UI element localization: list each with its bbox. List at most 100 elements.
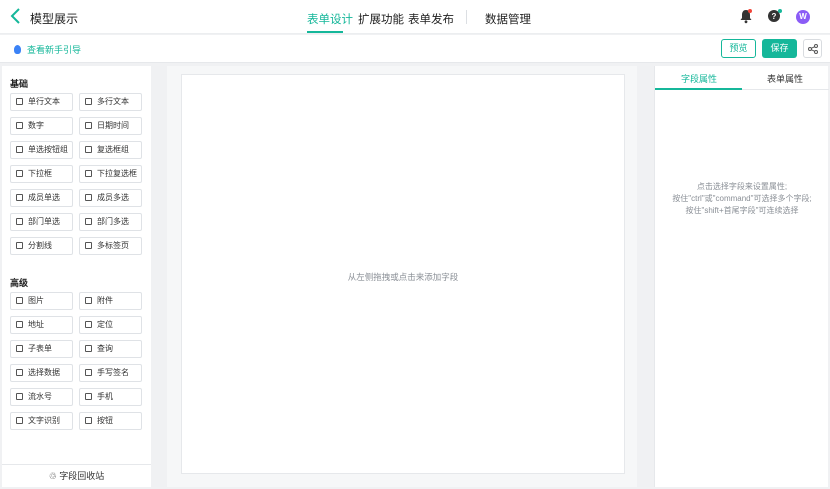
field-type-icon (85, 122, 92, 129)
field-type-icon (16, 146, 23, 153)
field-type-icon (85, 417, 92, 424)
field-button[interactable]: 部门多选 (79, 213, 142, 231)
active-tab-indicator (655, 88, 742, 90)
field-button[interactable]: 部门单选 (10, 213, 73, 231)
field-button[interactable]: 分割线 (10, 237, 73, 255)
field-type-icon (85, 345, 92, 352)
tab-data-management[interactable]: 数据管理 (485, 11, 531, 27)
share-icon (808, 44, 818, 54)
properties-hint-3: 按住"shift+首尾字段"可连续选择 (685, 206, 799, 215)
tab-form-design[interactable]: 表单设计 (307, 11, 353, 27)
field-button[interactable]: 多标签页 (79, 237, 142, 255)
field-button[interactable]: 多行文本 (79, 93, 142, 111)
field-button[interactable]: 图片 (10, 292, 73, 310)
field-type-icon (16, 321, 23, 328)
preview-button[interactable]: 预览 (721, 39, 756, 58)
field-type-icon (16, 98, 23, 105)
field-type-icon (85, 242, 92, 249)
field-type-icon (85, 393, 92, 400)
bell-icon[interactable] (739, 8, 759, 28)
field-button-label: 单选按钮组 (28, 145, 68, 154)
field-button[interactable]: 成员多选 (79, 189, 142, 207)
field-button-label: 地址 (28, 320, 44, 329)
field-button[interactable]: 文字识别 (10, 412, 73, 430)
save-button[interactable]: 保存 (762, 39, 797, 58)
field-type-icon (85, 98, 92, 105)
field-type-icon (85, 321, 92, 328)
field-type-icon (16, 170, 23, 177)
field-button-label: 附件 (97, 296, 113, 305)
field-button[interactable]: 复选框组 (79, 141, 142, 159)
field-button-label: 部门单选 (28, 217, 60, 226)
field-button[interactable]: 按钮 (79, 412, 142, 430)
field-button-label: 多标签页 (97, 241, 129, 250)
field-type-icon (85, 297, 92, 304)
field-type-icon (85, 369, 92, 376)
field-palette: 基础 单行文本 多行文本 数字 日期时间 单选按钮组 复选框组 下拉框 下拉复选框 成员单选 成员… (2, 66, 151, 487)
field-button[interactable]: 地址 (10, 316, 73, 334)
canvas-hint: 从左侧拖拽或点击来添加字段 (347, 272, 459, 282)
field-button-label: 分割线 (28, 241, 52, 250)
field-button[interactable]: 流水号 (10, 388, 73, 406)
field-button-label: 文字识别 (28, 416, 60, 425)
field-button-label: 部门多选 (97, 217, 129, 226)
field-button[interactable]: 附件 (79, 292, 142, 310)
field-type-icon (16, 242, 23, 249)
field-recycle-bin-button[interactable]: ♲ 字段回收站 (2, 464, 151, 487)
properties-panel: 字段属性 表单属性 点击选择字段来设置属性; 按住"ctrl"或"command… (654, 66, 829, 487)
properties-hint-1: 点击选择字段来设置属性; (696, 182, 788, 191)
guide-link[interactable]: 查看新手引导 (14, 43, 81, 56)
main-nav: 表单设计 扩展功能 表单发布 数据管理 (0, 0, 830, 34)
guide-label: 查看新手引导 (27, 45, 82, 55)
field-button[interactable]: 数字 (10, 117, 73, 135)
field-type-icon (16, 417, 23, 424)
field-button[interactable]: 手机 (79, 388, 142, 406)
field-button[interactable]: 成员单选 (10, 189, 73, 207)
action-bar: 查看新手引导 预览 保存 (0, 35, 830, 63)
field-button[interactable]: 子表单 (10, 340, 73, 358)
field-button[interactable]: 单选按钮组 (10, 141, 73, 159)
lightbulb-icon (14, 45, 21, 54)
field-button[interactable]: 下拉框 (10, 165, 73, 183)
field-button-label: 手写签名 (97, 368, 129, 377)
field-button[interactable]: 日期时间 (79, 117, 142, 135)
form-canvas[interactable]: 从左侧拖拽或点击来添加字段 (181, 74, 625, 474)
field-button-label: 成员单选 (28, 193, 60, 202)
help-icon[interactable]: ? (767, 8, 787, 28)
field-type-icon (16, 218, 23, 225)
tab-field-properties[interactable]: 字段属性 (681, 72, 717, 85)
field-type-icon (16, 297, 23, 304)
recycle-label: 字段回收站 (59, 471, 105, 481)
avatar[interactable]: W (796, 10, 810, 24)
field-button-label: 单行文本 (28, 97, 60, 106)
field-button-label: 下拉框 (28, 169, 52, 178)
tab-form-publish[interactable]: 表单发布 (408, 11, 454, 27)
field-button-label: 数字 (28, 121, 44, 130)
field-button[interactable]: 定位 (79, 316, 142, 334)
field-button[interactable]: 下拉复选框 (79, 165, 142, 183)
tab-form-properties[interactable]: 表单属性 (767, 72, 803, 85)
field-type-icon (85, 170, 92, 177)
field-button[interactable]: 手写签名 (79, 364, 142, 382)
active-tab-indicator (307, 31, 343, 33)
recycle-icon: ♲ (48, 471, 57, 481)
advanced-section-title: 高级 (10, 278, 29, 288)
properties-hint-2: 按住"ctrl"或"command"可选择多个字段; (672, 194, 812, 203)
field-type-icon (85, 194, 92, 201)
tab-extensions[interactable]: 扩展功能 (358, 11, 404, 27)
share-button[interactable] (803, 39, 822, 58)
field-button-label: 子表单 (28, 344, 52, 353)
field-button-label: 按钮 (97, 416, 113, 425)
field-button[interactable]: 选择数据 (10, 364, 73, 382)
field-button-label: 日期时间 (97, 121, 129, 130)
svg-text:?: ? (772, 12, 777, 21)
field-button[interactable]: 单行文本 (10, 93, 73, 111)
field-button[interactable]: 查询 (79, 340, 142, 358)
field-type-icon (16, 345, 23, 352)
field-button-label: 手机 (97, 392, 113, 401)
field-button-label: 下拉复选框 (97, 169, 137, 178)
field-type-icon (16, 194, 23, 201)
field-button-label: 查询 (97, 344, 113, 353)
field-button-label: 定位 (97, 320, 113, 329)
field-type-icon (16, 393, 23, 400)
